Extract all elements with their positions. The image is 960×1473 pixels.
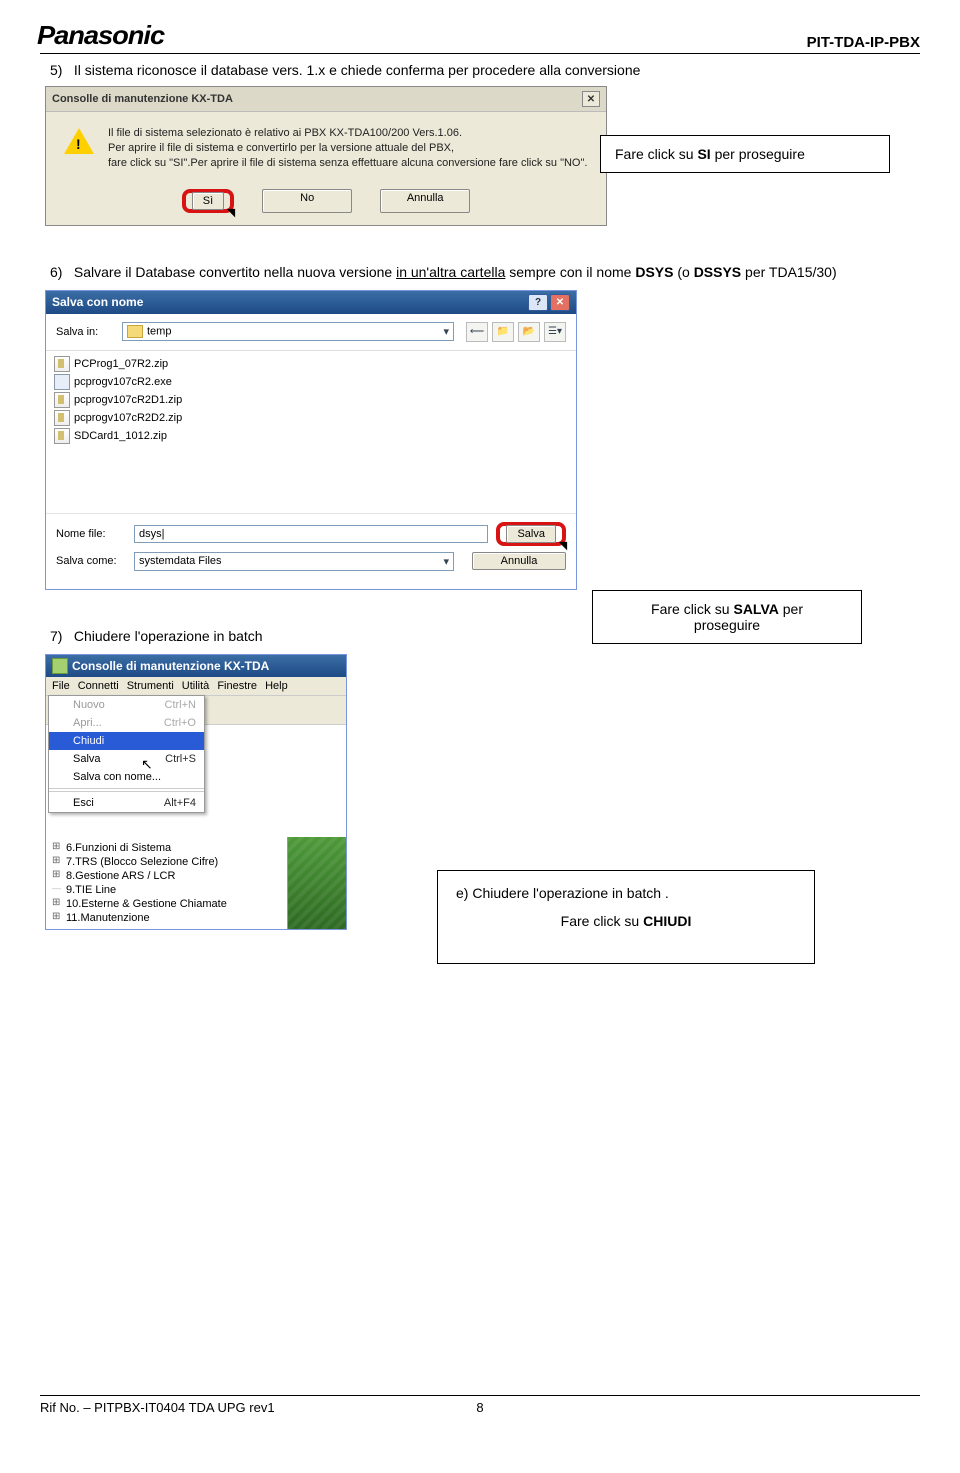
si-button-highlight: Sì <box>182 189 234 213</box>
note-si-bold: SI <box>697 146 710 162</box>
zip-icon <box>54 356 70 372</box>
footer-left: Rif No. – PITPBX-IT0404 TDA UPG rev1 <box>40 1400 275 1415</box>
dialog-titlebar: Consolle di manutenzione KX-TDA ✕ <box>46 87 606 112</box>
filemenu-salva[interactable]: SalvaCtrl+S <box>49 750 204 768</box>
step-6: 6) Salvare il Database convertito nella … <box>50 264 920 280</box>
app-icon <box>52 658 68 674</box>
step-5: 5) Il sistema riconosce il database vers… <box>50 62 920 78</box>
salva-button[interactable]: Salva <box>506 525 556 543</box>
tree-item[interactable]: 8.Gestione ARS / LCR <box>52 869 281 883</box>
brand-logo: Panasonic <box>37 20 164 51</box>
menu-file[interactable]: File <box>52 680 70 692</box>
page-header: Panasonic PIT-TDA-IP-PBX <box>40 20 920 54</box>
maint-title-text: Consolle di manutenzione KX-TDA <box>72 659 269 673</box>
note-salva: Fare click su SALVA per proseguire <box>592 590 862 644</box>
back-icon[interactable]: ⟵ <box>466 322 488 342</box>
file-name: pcprogv107cR2D2.zip <box>74 412 182 424</box>
menu-connetti[interactable]: Connetti <box>78 680 119 692</box>
dialog-line3: fare click su "SI".Per aprire il file di… <box>108 156 587 171</box>
dialog-message: Il file di sistema selezionato è relativ… <box>108 126 587 171</box>
tree-item[interactable]: 9.TIE Line <box>52 883 281 897</box>
step-5-text: Il sistema riconosce il database vers. 1… <box>74 62 641 78</box>
note-si-prefix: Fare click su <box>615 146 697 162</box>
step-6-num: 6) <box>50 264 70 280</box>
file-name: pcprogv107cR2.exe <box>74 376 172 388</box>
annulla-button[interactable]: Annulla <box>380 189 470 213</box>
file-item[interactable]: pcprogv107cR2D1.zip <box>54 391 568 409</box>
menu-finestre[interactable]: Finestre <box>217 680 257 692</box>
cursor-icon: ↖ <box>141 756 153 773</box>
confirmation-dialog: Consolle di manutenzione KX-TDA ✕ Il fil… <box>45 86 607 226</box>
step-6-text: Salvare il Database convertito nella nuo… <box>74 264 837 280</box>
filemenu-apri-: Apri...Ctrl+O <box>49 714 204 732</box>
tree-item[interactable]: 11.Manutenzione <box>52 911 281 925</box>
save-as-dialog: Salva con nome ? ✕ Salva in: temp ▾ ⟵ 📁 … <box>45 290 577 590</box>
zip-icon <box>54 428 70 444</box>
file-item[interactable]: pcprogv107cR2D2.zip <box>54 409 568 427</box>
annulla-save-button[interactable]: Annulla <box>472 552 566 570</box>
filetype-value: systemdata Files <box>139 555 222 567</box>
zip-icon <box>54 410 70 426</box>
close-icon[interactable]: ✕ <box>550 294 570 311</box>
folder-name: temp <box>147 325 171 337</box>
doc-code: PIT-TDA-IP-PBX <box>807 34 920 51</box>
folder-icon <box>127 325 143 338</box>
file-name: pcprogv107cR2D1.zip <box>74 394 182 406</box>
filemenu-esci[interactable]: EsciAlt+F4 <box>49 794 204 812</box>
note-si: Fare click su SI per proseguire <box>600 135 890 173</box>
nomefile-label: Nome file: <box>56 528 126 540</box>
tree-item[interactable]: 10.Esterne & Gestione Chiamate <box>52 897 281 911</box>
filemenu-chiudi[interactable]: Chiudi <box>49 732 204 750</box>
up-folder-icon[interactable]: 📁 <box>492 322 514 342</box>
save-title-text: Salva con nome <box>52 295 143 309</box>
warning-icon <box>64 128 94 154</box>
note-si-suffix: per proseguire <box>711 146 805 162</box>
salva-button-highlight: Salva <box>496 522 566 546</box>
filemenu-salva-con-nome-[interactable]: Salva con nome... <box>49 768 204 786</box>
filemenu-nuovo: NuovoCtrl+N <box>49 696 204 714</box>
view-menu-icon[interactable]: ☰▾ <box>544 322 566 342</box>
nav-tree[interactable]: 6.Funzioni di Sistema7.TRS (Blocco Selez… <box>46 837 287 929</box>
maint-titlebar: Consolle di manutenzione KX-TDA <box>46 655 346 677</box>
filetype-dropdown[interactable]: systemdata Files ▾ <box>134 552 454 571</box>
si-button[interactable]: Sì <box>192 192 224 210</box>
tree-item[interactable]: 6.Funzioni di Sistema <box>52 841 281 855</box>
dialog-line2: Per aprire il file di sistema e converti… <box>108 141 587 156</box>
new-folder-icon[interactable]: 📂 <box>518 322 540 342</box>
menubar: File Connetti Strumenti Utilità Finestre Help <box>46 677 346 696</box>
menu-utilità[interactable]: Utilità <box>182 680 210 692</box>
dialog-line1: Il file di sistema selezionato è relativ… <box>108 126 587 141</box>
tree-item[interactable]: 7.TRS (Blocco Selezione Cifre) <box>52 855 281 869</box>
menu-strumenti[interactable]: Strumenti <box>127 680 174 692</box>
file-name: SDCard1_1012.zip <box>74 430 167 442</box>
step-7-num: 7) <box>50 628 70 644</box>
save-titlebar: Salva con nome ? ✕ <box>46 291 576 314</box>
file-item[interactable]: SDCard1_1012.zip <box>54 427 568 445</box>
exe-icon <box>54 374 70 390</box>
dialog-title: Consolle di manutenzione KX-TDA <box>52 93 233 105</box>
no-button[interactable]: No <box>262 189 352 213</box>
filename-input[interactable]: dsys <box>134 525 488 543</box>
content-panel <box>287 837 346 929</box>
menu-help[interactable]: Help <box>265 680 288 692</box>
save-toolbar: Salva in: temp ▾ ⟵ 📁 📂 ☰▾ <box>46 314 576 351</box>
step-5-num: 5) <box>50 62 70 78</box>
maintenance-console-window: Consolle di manutenzione KX-TDA File Conn… <box>45 654 347 930</box>
folder-dropdown[interactable]: temp ▾ <box>122 322 454 341</box>
file-item[interactable]: pcprogv107cR2.exe <box>54 373 568 391</box>
file-name: PCProg1_07R2.zip <box>74 358 168 370</box>
step-7-text: Chiudere l'operazione in batch <box>74 628 263 644</box>
close-icon[interactable]: ✕ <box>582 91 600 107</box>
page-footer: Rif No. – PITPBX-IT0404 TDA UPG rev1 8 <box>40 1395 920 1415</box>
zip-icon <box>54 392 70 408</box>
footer-page: 8 <box>476 1400 483 1415</box>
file-item[interactable]: PCProg1_07R2.zip <box>54 355 568 373</box>
note-chiudi: e) Chiudere l'operazione in batch . Fare… <box>437 870 815 964</box>
help-icon[interactable]: ? <box>528 294 548 311</box>
salvacome-label: Salva come: <box>56 555 126 567</box>
salva-in-label: Salva in: <box>56 326 116 338</box>
file-menu-dropdown: NuovoCtrl+NApri...Ctrl+OChiudiSalvaCtrl+… <box>48 695 205 813</box>
file-list[interactable]: PCProg1_07R2.zip pcprogv107cR2.exe pcprogv… <box>46 351 576 513</box>
